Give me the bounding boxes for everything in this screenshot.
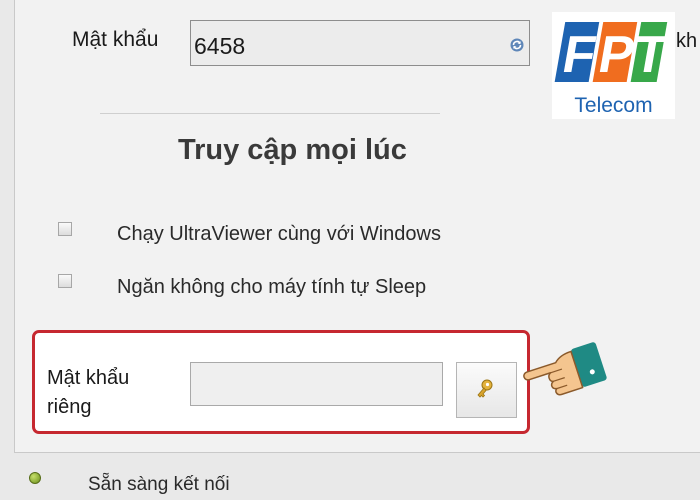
refresh-icon[interactable] — [509, 37, 525, 53]
fpt-telecom-logo: F P T Telecom — [552, 12, 675, 119]
startup-option-label: Chạy UltraViewer cùng với Windows — [117, 223, 441, 245]
prevent-sleep-option-label: Ngăn không cho máy tính tự Sleep — [117, 276, 427, 298]
password-label: Mật khẩu — [72, 28, 159, 51]
startup-checkbox[interactable] — [58, 222, 72, 236]
divider — [100, 113, 440, 114]
truncated-text: kh — [676, 30, 698, 52]
status-indicator-icon — [29, 472, 41, 484]
fpt-logo-mark: F P T — [554, 22, 671, 84]
private-password-input[interactable] — [190, 362, 443, 406]
section-title: Truy cập mọi lúc — [178, 134, 407, 166]
pointing-hand-icon — [523, 342, 607, 396]
password-value: 6458 — [194, 33, 246, 59]
status-text: Sẵn sàng kết nối — [88, 474, 230, 495]
prevent-sleep-checkbox[interactable] — [58, 274, 72, 288]
logo-wordmark: Telecom — [574, 94, 653, 117]
private-password-label: Mật khẩu riêng — [47, 367, 130, 418]
key-icon — [477, 379, 493, 398]
